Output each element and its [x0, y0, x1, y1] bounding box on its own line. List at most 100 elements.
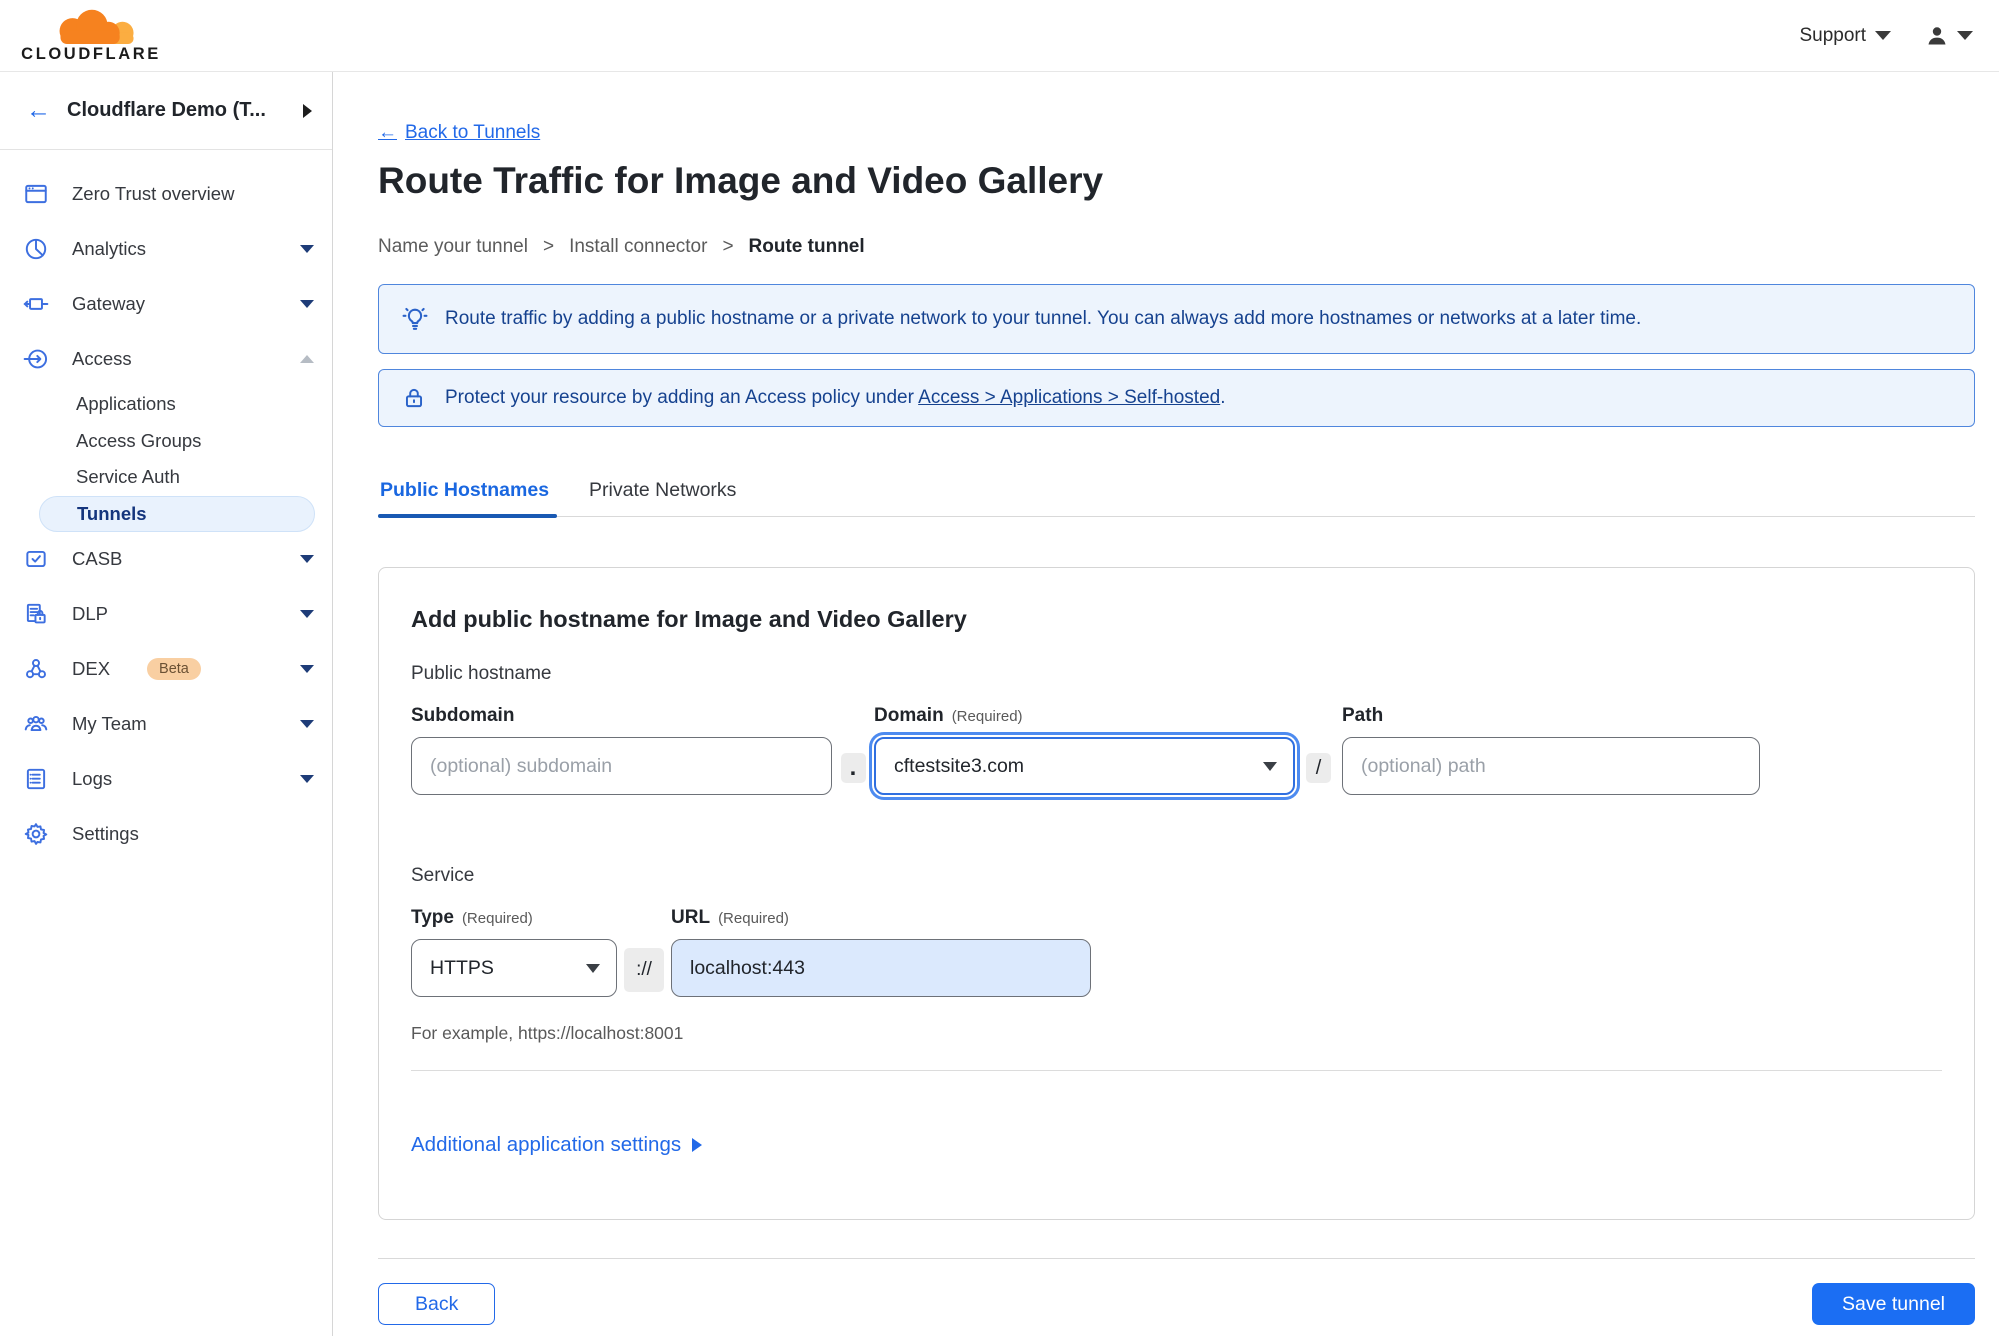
required-hint: (Required) [718, 910, 789, 927]
sidebar-item-analytics[interactable]: Analytics [0, 221, 332, 276]
type-value: HTTPS [430, 956, 494, 979]
chevron-down-icon [300, 665, 314, 673]
beta-badge: Beta [147, 658, 201, 680]
sidebar-item-gateway[interactable]: Gateway [0, 276, 332, 331]
additional-settings-link[interactable]: Additional application settings [411, 1133, 703, 1157]
back-button[interactable]: Back [378, 1283, 496, 1325]
url-input[interactable] [671, 939, 1091, 997]
route-traffic-info-text: Route traffic by adding a public hostnam… [445, 308, 1642, 329]
chevron-down-icon [300, 610, 314, 618]
page-title: Route Traffic for Image and Video Galler… [378, 160, 1104, 201]
step-route-tunnel: Route tunnel [748, 236, 865, 257]
service-label: Service [411, 865, 475, 886]
domain-value: cftestsite3.com [894, 754, 1025, 777]
chevron-right-icon [303, 103, 312, 118]
sidebar-item-dex[interactable]: DEX Beta [0, 642, 332, 697]
brand-wordmark: CLOUDFLARE [21, 45, 161, 63]
chevron-right-icon [692, 1138, 703, 1152]
cloudflare-cloud-icon [59, 9, 134, 44]
chevron-down-icon [300, 299, 314, 308]
sidebar: ← Cloudflare Demo (T... Zero Trust overv… [0, 72, 333, 1336]
access-policy-link[interactable]: Access > Applications > Self-hosted [918, 387, 1220, 408]
step-name-your-tunnel[interactable]: Name your tunnel [378, 236, 528, 258]
topbar: CLOUDFLARE Support [0, 0, 1999, 72]
hostname-field-row: Subdomain . Domain (Required) cftestsite… [411, 705, 1942, 795]
domain-label: Domain [874, 705, 944, 726]
save-tunnel-button[interactable]: Save tunnel [1812, 1283, 1975, 1325]
sidebar-item-access-groups[interactable]: Access Groups [0, 423, 332, 460]
chevron-down-icon [586, 963, 600, 973]
footer-divider [378, 1258, 1975, 1259]
subdomain-label: Subdomain [411, 705, 515, 726]
cloudflare-logo: CLOUDFLARE [16, 7, 166, 64]
step-separator: > [722, 236, 734, 257]
access-policy-banner: Protect your resource by adding an Acces… [378, 369, 1975, 427]
user-menu[interactable] [1925, 24, 1973, 48]
dot-separator: . [840, 753, 866, 783]
sidebar-item-tunnels[interactable]: Tunnels [39, 495, 315, 532]
analytics-icon [23, 236, 49, 262]
account-switcher[interactable]: ← Cloudflare Demo (T... [0, 72, 332, 150]
route-traffic-info-banner: Route traffic by adding a public hostnam… [378, 284, 1975, 354]
lock-icon [401, 385, 429, 411]
main-content: ← Back to Tunnels Route Traffic for Imag… [333, 72, 1999, 1336]
footer-actions: Back Save tunnel [378, 1283, 1975, 1325]
sidebar-item-service-auth[interactable]: Service Auth [0, 459, 332, 496]
chevron-down-icon [1875, 31, 1891, 40]
chevron-down-icon [300, 244, 314, 253]
access-policy-text: Protect your resource by adding an Acces… [445, 387, 919, 408]
chevron-down-icon [1957, 31, 1973, 40]
sidebar-nav: Zero Trust overview Analytics Gateway Ac… [0, 150, 332, 862]
chevron-down-icon [300, 555, 314, 563]
type-label: Type [411, 907, 454, 928]
domain-select[interactable]: cftestsite3.com [874, 737, 1295, 795]
example-hint: For example, https://localhost:8001 [411, 1023, 684, 1043]
public-hostname-label: Public hostname [411, 663, 552, 684]
sidebar-item-applications[interactable]: Applications [0, 386, 332, 423]
back-arrow-icon: ← [378, 122, 397, 143]
chevron-down-icon [1263, 761, 1277, 771]
required-hint: (Required) [951, 708, 1023, 725]
step-separator: > [542, 236, 555, 257]
tab-private-networks[interactable]: Private Networks [587, 479, 738, 516]
chevron-down-icon [300, 775, 314, 783]
casb-icon [23, 546, 49, 572]
hostname-card: Add public hostname for Image and Video … [378, 567, 1975, 1220]
sidebar-item-logs[interactable]: Logs [0, 752, 332, 807]
chevron-down-icon [300, 720, 314, 728]
tab-bar: Public Hostnames Private Networks [378, 479, 1975, 518]
chevron-up-icon [300, 354, 314, 363]
dex-icon [23, 656, 49, 682]
support-menu[interactable]: Support [1799, 25, 1891, 47]
sidebar-item-zero-trust-overview[interactable]: Zero Trust overview [0, 166, 332, 221]
sidebar-item-my-team[interactable]: My Team [0, 697, 332, 752]
sidebar-item-casb[interactable]: CASB [0, 532, 332, 587]
path-input[interactable] [1342, 737, 1760, 795]
access-icon [23, 346, 49, 372]
card-divider [411, 1070, 1942, 1071]
type-select[interactable]: HTTPS [411, 939, 617, 997]
back-to-tunnels-link[interactable]: ← Back to Tunnels [378, 122, 540, 144]
tab-public-hostnames[interactable]: Public Hostnames [378, 479, 558, 518]
card-heading: Add public hostname for Image and Video … [411, 606, 967, 632]
overview-icon [23, 181, 49, 207]
subdomain-input[interactable] [411, 737, 832, 795]
service-field-row: Type (Required) HTTPS :// URL (Required) [411, 907, 1942, 997]
user-icon [1928, 26, 1946, 44]
sidebar-item-dlp[interactable]: DLP [0, 587, 332, 642]
gateway-icon [23, 291, 49, 317]
required-hint: (Required) [461, 910, 533, 927]
gear-icon [23, 821, 49, 847]
logs-icon [23, 766, 49, 792]
sidebar-item-settings[interactable]: Settings [0, 807, 332, 862]
lightbulb-icon [401, 305, 429, 333]
back-arrow-icon[interactable]: ← [26, 98, 51, 123]
step-install-connector[interactable]: Install connector [569, 236, 707, 258]
path-label: Path [1342, 705, 1384, 726]
sidebar-item-access[interactable]: Access [0, 331, 332, 386]
support-label: Support [1799, 24, 1866, 46]
scheme-separator: :// [624, 948, 664, 992]
url-label: URL [671, 907, 711, 928]
slash-separator: / [1306, 753, 1331, 783]
account-name: Cloudflare Demo (T... [67, 99, 266, 121]
